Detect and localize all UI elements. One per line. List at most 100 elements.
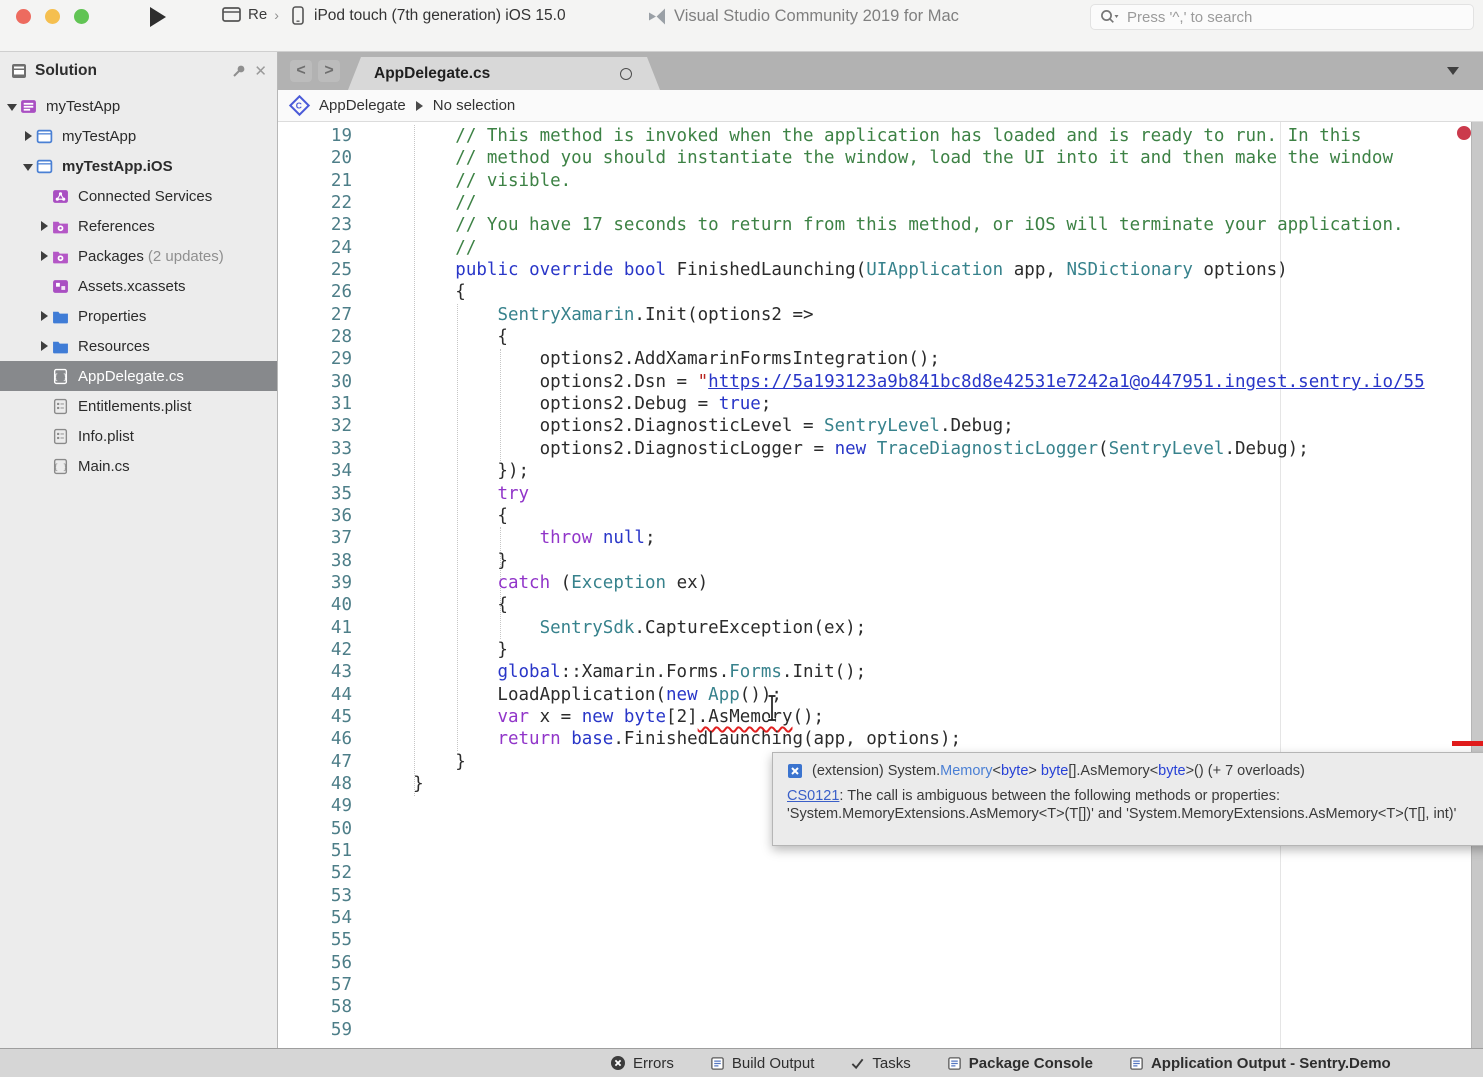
code-line-23[interactable]: // You have 17 seconds to return from th… bbox=[371, 214, 1483, 236]
line-number-35[interactable]: 35 bbox=[278, 483, 352, 505]
sidebar-item-mytestapp[interactable]: myTestApp bbox=[0, 121, 277, 151]
code-line-31[interactable]: options2.Debug = true; bbox=[371, 393, 1483, 415]
code-line-41[interactable]: SentrySdk.CaptureException(ex); bbox=[371, 617, 1483, 639]
line-number-40[interactable]: 40 bbox=[278, 594, 352, 616]
tab-list-dropdown-icon[interactable] bbox=[1447, 67, 1459, 75]
code-line-42[interactable]: } bbox=[371, 639, 1483, 661]
code-line-46[interactable]: return base.FinishedLaunching(app, optio… bbox=[371, 728, 1483, 750]
line-number-29[interactable]: 29 bbox=[278, 348, 352, 370]
line-number-36[interactable]: 36 bbox=[278, 505, 352, 527]
code-line-54[interactable] bbox=[371, 907, 1483, 929]
code-line-58[interactable] bbox=[371, 996, 1483, 1018]
code-line-29[interactable]: options2.AddXamarinFormsIntegration(); bbox=[371, 348, 1483, 370]
disclosure-right-icon[interactable] bbox=[36, 248, 52, 265]
code-line-24[interactable]: // bbox=[371, 237, 1483, 259]
disclosure-down-icon[interactable] bbox=[20, 158, 36, 175]
disclosure-right-icon[interactable] bbox=[20, 128, 36, 145]
line-number-41[interactable]: 41 bbox=[278, 617, 352, 639]
code-line-45[interactable]: var x = new byte[2].AsMemory(); bbox=[371, 706, 1483, 728]
line-number-56[interactable]: 56 bbox=[278, 952, 352, 974]
line-number-43[interactable]: 43 bbox=[278, 661, 352, 683]
sidebar-item-entitlements-plist[interactable]: Entitlements.plist bbox=[0, 391, 277, 421]
line-number-21[interactable]: 21 bbox=[278, 170, 352, 192]
line-number-59[interactable]: 59 bbox=[278, 1019, 352, 1041]
error-code-link[interactable]: CS0121 bbox=[787, 788, 839, 804]
code-line-25[interactable]: public override bool FinishedLaunching(U… bbox=[371, 259, 1483, 281]
line-number-51[interactable]: 51 bbox=[278, 840, 352, 862]
zoom-window-button[interactable] bbox=[74, 9, 89, 24]
minimize-window-button[interactable] bbox=[45, 9, 60, 24]
code-line-22[interactable]: // bbox=[371, 192, 1483, 214]
line-number-30[interactable]: 30 bbox=[278, 371, 352, 393]
line-number-26[interactable]: 26 bbox=[278, 281, 352, 303]
sidebar-item-connected-services[interactable]: Connected Services bbox=[0, 181, 277, 211]
sidebar-item-references[interactable]: References bbox=[0, 211, 277, 241]
panel-tab-build-output[interactable]: Build Output bbox=[710, 1055, 815, 1072]
line-number-22[interactable]: 22 bbox=[278, 192, 352, 214]
run-button[interactable] bbox=[148, 6, 170, 28]
line-number-54[interactable]: 54 bbox=[278, 907, 352, 929]
navigate-forward-button[interactable]: > bbox=[318, 60, 340, 82]
code-line-28[interactable]: { bbox=[371, 326, 1483, 348]
line-number-28[interactable]: 28 bbox=[278, 326, 352, 348]
line-number-45[interactable]: 45 bbox=[278, 706, 352, 728]
editor-scrollbar[interactable] bbox=[1471, 122, 1483, 1048]
sidebar-item-info-plist[interactable]: Info.plist bbox=[0, 421, 277, 451]
code-line-33[interactable]: options2.DiagnosticLogger = new TraceDia… bbox=[371, 438, 1483, 460]
line-number-47[interactable]: 47 bbox=[278, 751, 352, 773]
code-line-57[interactable] bbox=[371, 974, 1483, 996]
line-number-27[interactable]: 27 bbox=[278, 304, 352, 326]
code-line-37[interactable]: throw null; bbox=[371, 527, 1483, 549]
navigate-back-button[interactable]: < bbox=[290, 60, 312, 82]
sidebar-item-main-cs[interactable]: { }Main.cs bbox=[0, 451, 277, 481]
sidebar-item-assets-xcassets[interactable]: Assets.xcassets bbox=[0, 271, 277, 301]
sidebar-item-mytestapp[interactable]: myTestApp bbox=[0, 91, 277, 121]
line-number-48[interactable]: 48 bbox=[278, 773, 352, 795]
code-line-52[interactable] bbox=[371, 862, 1483, 884]
line-number-58[interactable]: 58 bbox=[278, 996, 352, 1018]
device-selector[interactable]: iPod touch (7th generation) iOS 15.0 bbox=[292, 6, 566, 25]
code-editor[interactable]: 1920212223242526272829303132333435363738… bbox=[278, 122, 1483, 1048]
global-search-field[interactable]: Press '^,' to search bbox=[1090, 4, 1474, 30]
line-number-42[interactable]: 42 bbox=[278, 639, 352, 661]
close-pad-icon[interactable]: ✕ bbox=[254, 62, 267, 80]
line-number-46[interactable]: 46 bbox=[278, 728, 352, 750]
panel-tab-package-console[interactable]: Package Console bbox=[947, 1055, 1093, 1072]
line-number-31[interactable]: 31 bbox=[278, 393, 352, 415]
code-line-19[interactable]: // This method is invoked when the appli… bbox=[371, 125, 1483, 147]
line-number-34[interactable]: 34 bbox=[278, 460, 352, 482]
line-number-44[interactable]: 44 bbox=[278, 684, 352, 706]
line-number-20[interactable]: 20 bbox=[278, 147, 352, 169]
disclosure-right-icon[interactable] bbox=[36, 308, 52, 325]
code-line-39[interactable]: catch (Exception ex) bbox=[371, 572, 1483, 594]
code-line-27[interactable]: SentryXamarin.Init(options2 => bbox=[371, 304, 1483, 326]
code-line-21[interactable]: // visible. bbox=[371, 170, 1483, 192]
disclosure-down-icon[interactable] bbox=[4, 98, 20, 115]
line-number-38[interactable]: 38 bbox=[278, 550, 352, 572]
line-number-37[interactable]: 37 bbox=[278, 527, 352, 549]
line-number-39[interactable]: 39 bbox=[278, 572, 352, 594]
line-number-49[interactable]: 49 bbox=[278, 795, 352, 817]
code-line-38[interactable]: } bbox=[371, 550, 1483, 572]
line-number-23[interactable]: 23 bbox=[278, 214, 352, 236]
line-number-25[interactable]: 25 bbox=[278, 259, 352, 281]
close-window-button[interactable] bbox=[16, 9, 31, 24]
line-number-33[interactable]: 33 bbox=[278, 438, 352, 460]
code-line-32[interactable]: options2.DiagnosticLevel = SentryLevel.D… bbox=[371, 415, 1483, 437]
sidebar-item-resources[interactable]: Resources bbox=[0, 331, 277, 361]
line-number-32[interactable]: 32 bbox=[278, 415, 352, 437]
panel-tab-errors[interactable]: Errors bbox=[610, 1055, 674, 1072]
sidebar-item-packages[interactable]: Packages(2 updates) bbox=[0, 241, 277, 271]
code-line-59[interactable] bbox=[371, 1019, 1483, 1041]
panel-tab-tasks[interactable]: Tasks bbox=[850, 1055, 910, 1072]
code-line-53[interactable] bbox=[371, 885, 1483, 907]
sidebar-item-mytestapp-ios[interactable]: myTestApp.iOS bbox=[0, 151, 277, 181]
code-line-36[interactable]: { bbox=[371, 505, 1483, 527]
line-number-50[interactable]: 50 bbox=[278, 818, 352, 840]
disclosure-right-icon[interactable] bbox=[36, 218, 52, 235]
tab-appdelegate[interactable]: AppDelegate.cs bbox=[348, 57, 660, 90]
code-line-56[interactable] bbox=[371, 952, 1483, 974]
panel-tab-application-output-sentry-demo[interactable]: Application Output - Sentry.Demo bbox=[1129, 1055, 1391, 1072]
sidebar-item-appdelegate-cs[interactable]: { }AppDelegate.cs bbox=[0, 361, 277, 391]
pin-pad-icon[interactable] bbox=[231, 63, 247, 79]
